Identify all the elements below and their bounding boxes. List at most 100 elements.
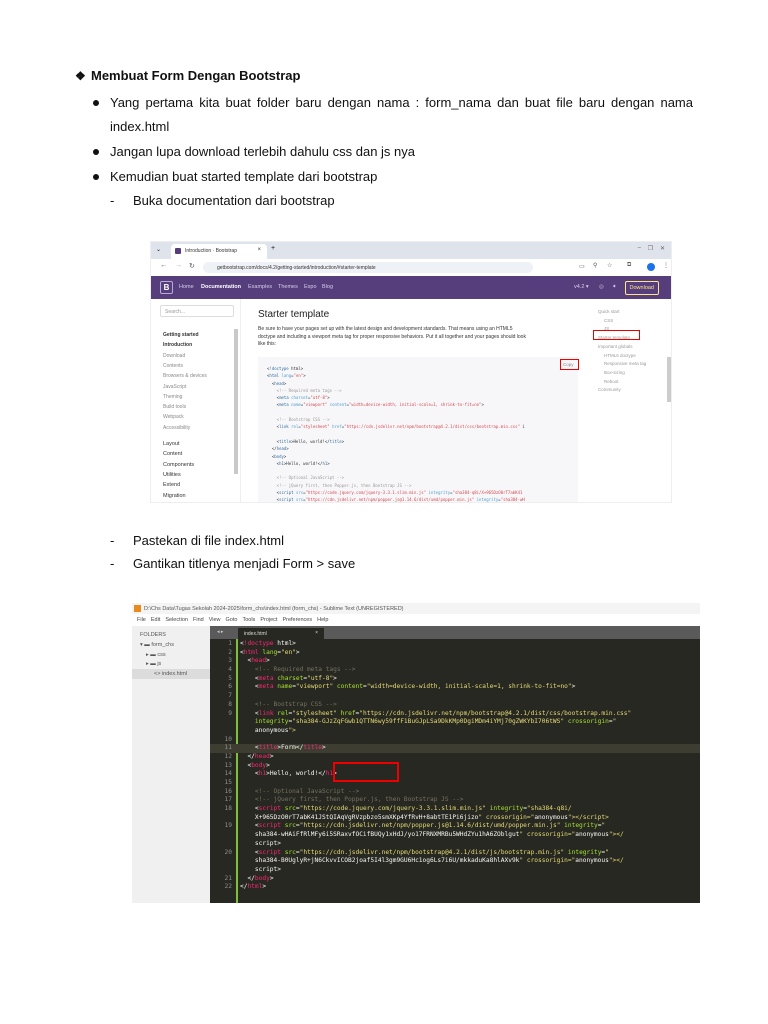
code-token: "stylesheet" bbox=[292, 709, 337, 717]
extensions-icon[interactable]: ⧉ bbox=[627, 262, 631, 269]
menu-item[interactable]: Selection bbox=[165, 617, 188, 623]
nav-expo[interactable]: Expo bbox=[304, 284, 317, 290]
folder-name: js bbox=[157, 661, 162, 667]
download-button[interactable]: Download bbox=[624, 281, 659, 295]
toc-item[interactable]: Important globals bbox=[598, 344, 633, 349]
bootstrap-logo[interactable]: B bbox=[160, 281, 173, 294]
sidebar-item[interactable]: Introduction bbox=[163, 342, 192, 348]
nav-documentation[interactable]: Documentation bbox=[201, 284, 241, 290]
bullet-icon bbox=[93, 149, 99, 155]
sidebar-scrollbar[interactable] bbox=[234, 329, 238, 474]
github-icon[interactable]: ◎ bbox=[599, 284, 604, 290]
reload-icon[interactable]: ↻ bbox=[189, 262, 195, 270]
menu-item[interactable]: Project bbox=[260, 617, 277, 623]
code-token: > bbox=[286, 446, 289, 452]
star-icon[interactable]: ☆ bbox=[607, 262, 612, 269]
toc-item[interactable]: CSS bbox=[604, 318, 613, 323]
bullet-item: Kemudian buat started template dari boot… bbox=[93, 165, 693, 189]
zoom-icon[interactable]: ⚲ bbox=[593, 262, 597, 269]
editor-tab[interactable]: index.html × bbox=[238, 628, 324, 639]
code-text: <!-- Required meta tags --> bbox=[240, 666, 356, 675]
sidebar-item[interactable]: JavaScript bbox=[163, 384, 186, 390]
toc-item[interactable]: Responsive meta tag bbox=[604, 361, 646, 366]
sidebar-item[interactable]: Accessibility bbox=[163, 425, 190, 431]
close-icon[interactable]: × bbox=[257, 247, 261, 253]
line-number: 14 bbox=[224, 770, 232, 778]
code-text: <meta name="viewport" content="width=dev… bbox=[240, 683, 575, 692]
code-text: </body> bbox=[240, 875, 273, 884]
bullet-text: Kemudian buat started template dari boot… bbox=[110, 169, 378, 184]
tab-nav-arrows-icon[interactable]: ◂ ▸ bbox=[217, 629, 223, 635]
nav-themes[interactable]: Themes bbox=[278, 284, 298, 290]
tree-folder[interactable]: ▸ ▬ js bbox=[146, 661, 161, 667]
code-row: 5 <meta charset="utf-8"> bbox=[210, 675, 700, 684]
code-token: X+965DzO0rT7abK41JStQIAqVgRVzpbzo5smXKp4… bbox=[240, 813, 479, 821]
close-icon[interactable]: × bbox=[315, 630, 318, 636]
url-input[interactable]: getbootstrap.com/docs/4.2/getting-starte… bbox=[203, 262, 533, 273]
menu-item[interactable]: Tools bbox=[242, 617, 255, 623]
sidebar-item[interactable]: Build tools bbox=[163, 404, 186, 410]
sidebar-item[interactable]: Extend bbox=[163, 482, 180, 488]
line-number: 12 bbox=[224, 752, 232, 760]
menu-item[interactable]: Find bbox=[193, 617, 204, 623]
toc-item[interactable]: Quick start bbox=[598, 309, 620, 314]
close-window-icon[interactable]: ✕ bbox=[660, 245, 665, 252]
code-editor[interactable]: ◂ ▸ index.html × 1 <!doctype html> 2 <html l… bbox=[210, 626, 700, 903]
browser-tab[interactable]: Introduction · Bootstrap × bbox=[171, 244, 267, 259]
diamond-bullet-icon: ❖ bbox=[75, 69, 86, 83]
minimize-icon[interactable]: – bbox=[638, 245, 641, 251]
toc-item[interactable]: Box-sizing bbox=[604, 370, 625, 375]
restore-icon[interactable]: ❐ bbox=[648, 245, 653, 252]
sidebar-item[interactable]: Contents bbox=[163, 363, 183, 369]
code-token: <!-- Optional JavaScript --> bbox=[276, 475, 345, 481]
sidebar-item[interactable]: Theming bbox=[163, 394, 182, 400]
code-token: src bbox=[284, 848, 296, 856]
code-row: sha384-B0UglyR+jN6CkvvICOB2joaf5I4l3gm9G… bbox=[210, 857, 700, 866]
code-line: </head> bbox=[267, 445, 525, 452]
code-token: content bbox=[329, 402, 347, 408]
sidebar-item[interactable]: Webpack bbox=[163, 414, 184, 420]
menu-item[interactable]: View bbox=[209, 617, 221, 623]
page-scrollbar[interactable] bbox=[667, 357, 671, 402]
code-token: <!-- jQuery first, then Popper.js, then … bbox=[276, 482, 412, 488]
forward-icon[interactable]: → bbox=[175, 262, 182, 269]
sidebar-item[interactable]: Getting started bbox=[163, 332, 199, 338]
sidebar-item[interactable]: Migration bbox=[163, 493, 186, 499]
profile-avatar[interactable] bbox=[647, 263, 655, 271]
code-token: > bbox=[262, 883, 267, 891]
twitter-icon[interactable]: ✦ bbox=[612, 284, 617, 290]
menu-item[interactable]: File bbox=[137, 617, 146, 623]
search-input[interactable]: Search... bbox=[160, 305, 234, 317]
nav-home[interactable]: Home bbox=[179, 284, 194, 290]
copy-button[interactable]: Copy bbox=[560, 359, 579, 370]
sidebar-item[interactable]: Utilities bbox=[163, 472, 181, 478]
menu-item[interactable]: Goto bbox=[226, 617, 238, 623]
sidebar-item[interactable]: Components bbox=[163, 462, 194, 468]
menu-icon[interactable]: ⋮ bbox=[663, 262, 669, 269]
sidebar-item[interactable]: Download bbox=[163, 353, 185, 359]
toc-item[interactable]: Community bbox=[598, 387, 621, 392]
back-icon[interactable]: ← bbox=[160, 262, 167, 269]
sidebar-item[interactable]: Layout bbox=[163, 441, 180, 447]
tree-folder[interactable]: ▾ ▬ form_chs bbox=[140, 642, 174, 648]
nav-examples[interactable]: Examples bbox=[248, 284, 272, 290]
menu-item[interactable]: Preferences bbox=[282, 617, 312, 623]
version-dropdown[interactable]: v4.2 ▾ bbox=[574, 284, 589, 290]
sidebar-item[interactable]: Content bbox=[163, 451, 182, 457]
toc-item[interactable]: HTML5 doctype bbox=[604, 353, 636, 358]
new-tab-icon[interactable]: + bbox=[271, 245, 275, 252]
intro-paragraph: Be sure to have your pages set up with t… bbox=[258, 326, 526, 347]
highlight-box bbox=[333, 762, 399, 782]
tree-file-selected[interactable]: <> index.html bbox=[132, 669, 210, 679]
tab-list-icon[interactable]: ⌄ bbox=[156, 246, 161, 253]
menu-item[interactable]: Edit bbox=[151, 617, 160, 623]
sidebar-item[interactable]: Browsers & devices bbox=[163, 373, 207, 379]
tree-folder[interactable]: ▸ ▬ css bbox=[146, 652, 166, 658]
menu-item[interactable]: Help bbox=[317, 617, 328, 623]
dash-text: Pastekan di file index.html bbox=[133, 533, 285, 548]
nav-blog[interactable]: Blog bbox=[322, 284, 333, 290]
code-row: 10 bbox=[210, 736, 700, 745]
cast-icon[interactable]: ▭ bbox=[579, 263, 585, 270]
toc-item[interactable]: Reboot bbox=[604, 379, 619, 384]
